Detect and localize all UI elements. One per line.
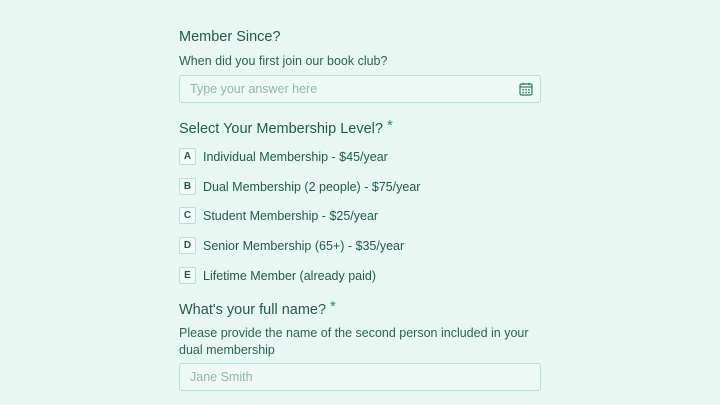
option-key: D [179, 237, 196, 254]
option-a[interactable]: A Individual Membership - $45/year [179, 147, 388, 166]
option-d[interactable]: D Senior Membership (65+) - $35/year [179, 236, 404, 255]
option-label: Student Membership - $25/year [203, 208, 379, 223]
question-membership-title: Select Your Membership Level? * [179, 117, 393, 137]
option-b[interactable]: B Dual Membership (2 people) - $75/year [179, 177, 420, 196]
required-asterisk: * [330, 298, 336, 315]
option-key: B [179, 178, 196, 195]
option-e[interactable]: E Lifetime Member (already paid) [179, 266, 376, 285]
option-label: Senior Membership (65+) - $35/year [203, 238, 405, 253]
full-name-placeholder: Jane Smith [190, 370, 253, 384]
member-since-date-input[interactable]: Type your answer here [179, 75, 541, 103]
question-title-text: What's your full name? [179, 302, 327, 318]
option-c[interactable]: C Student Membership - $25/year [179, 206, 378, 225]
option-key: C [179, 207, 196, 224]
required-asterisk: * [386, 117, 393, 134]
question-title-text: Member Since? [179, 29, 281, 45]
calendar-icon[interactable] [519, 82, 533, 96]
option-label: Dual Membership (2 people) - $75/year [203, 179, 421, 194]
member-since-placeholder: Type your answer here [190, 82, 318, 96]
question-member-since-title: Member Since? [179, 29, 281, 45]
question-full-name-title: What's your full name? * [179, 298, 336, 318]
question-title-text: Select Your Membership Level? [179, 121, 383, 137]
option-key: A [179, 148, 196, 165]
question-full-name-description: Please provide the name of the second pe… [179, 326, 529, 357]
full-name-input[interactable]: Jane Smith [179, 363, 541, 391]
option-label: Lifetime Member (already paid) [203, 268, 376, 283]
option-key: E [179, 267, 196, 284]
option-label: Individual Membership - $45/year [203, 149, 388, 164]
question-member-since-description: When did you first join our book club? [179, 54, 388, 68]
